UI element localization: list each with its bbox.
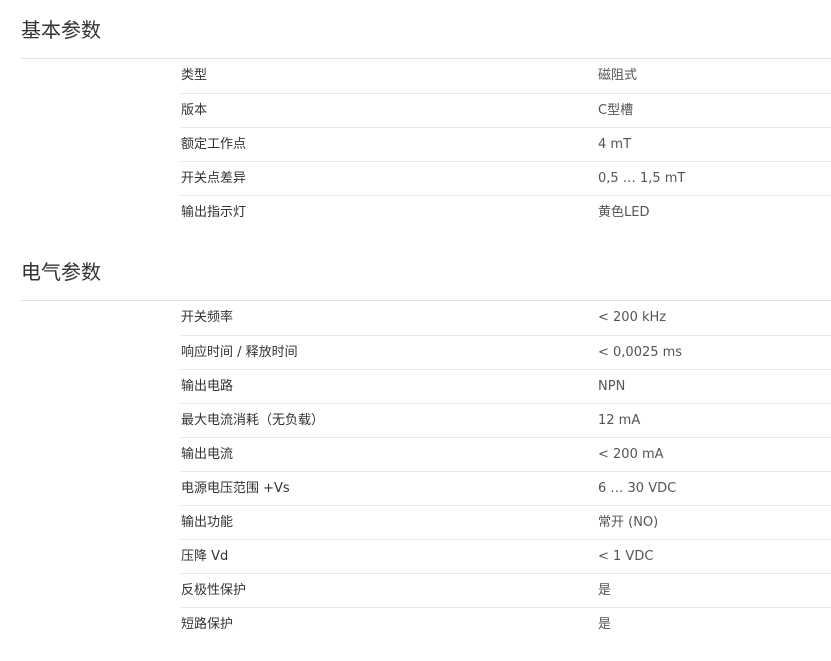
spec-label: 额定工作点: [181, 137, 247, 152]
spec-label: 反极性保护: [181, 583, 247, 598]
table-row: 压降 Vd < 1 VDC: [180, 539, 831, 573]
spec-value: 是: [598, 583, 612, 598]
spec-value: 黄色LED: [598, 205, 650, 220]
spec-label: 开关频率: [181, 310, 234, 325]
table-row: 最大电流消耗（无负载） 12 mA: [180, 403, 831, 437]
spec-label: 响应时间 / 释放时间: [181, 345, 298, 360]
spec-value: < 0,0025 ms: [598, 345, 683, 360]
spec-label: 开关点差异: [181, 171, 247, 186]
table-row: 短路保护 是: [180, 607, 831, 641]
table-row: 版本 C型槽: [180, 93, 831, 127]
spec-label: 最大电流消耗（无负载）: [181, 413, 325, 428]
spec-label: 输出电流: [181, 447, 234, 462]
spec-value: C型槽: [598, 103, 634, 118]
table-row: 额定工作点 4 mT: [180, 127, 831, 161]
spec-label: 类型: [181, 68, 208, 83]
spec-value: 4 mT: [598, 137, 632, 152]
spec-value: 12 mA: [598, 413, 641, 428]
table-row: 输出指示灯 黄色LED: [180, 195, 831, 229]
spec-value: < 200 mA: [598, 447, 664, 462]
spec-value: 常开 (NO): [598, 515, 659, 530]
spec-label: 版本: [181, 103, 208, 118]
section-title: 电气参数: [21, 260, 101, 284]
table-row: 类型 磁阻式: [180, 59, 831, 93]
spec-value: 6 … 30 VDC: [598, 481, 677, 496]
spec-table: 类型 磁阻式 版本 C型槽 额定工作点 4 mT 开关点差异 0,5 … 1,5…: [180, 59, 831, 229]
table-row: 输出电流 < 200 mA: [180, 437, 831, 471]
spec-label: 电源电压范围 +Vs: [181, 481, 290, 496]
table-row: 反极性保护 是: [180, 573, 831, 607]
spec-value: < 1 VDC: [598, 549, 654, 564]
table-row: 输出功能 常开 (NO): [180, 505, 831, 539]
spec-value: NPN: [598, 379, 626, 394]
table-row: 开关点差异 0,5 … 1,5 mT: [180, 161, 831, 195]
spec-label: 输出功能: [181, 515, 234, 530]
spec-label: 输出电路: [181, 379, 234, 394]
spec-value: 磁阻式: [598, 68, 638, 83]
table-row: 输出电路 NPN: [180, 369, 831, 403]
spec-table: 开关频率 < 200 kHz 响应时间 / 释放时间 < 0,0025 ms 输…: [180, 301, 831, 641]
spec-label: 压降 Vd: [181, 549, 229, 564]
table-row: 电源电压范围 +Vs 6 … 30 VDC: [180, 471, 831, 505]
spec-value: 是: [598, 617, 612, 632]
spec-label: 输出指示灯: [181, 205, 247, 220]
table-row: 开关频率 < 200 kHz: [180, 301, 831, 335]
section-title: 基本参数: [21, 18, 101, 42]
spec-value: < 200 kHz: [598, 310, 667, 325]
table-row: 响应时间 / 释放时间 < 0,0025 ms: [180, 335, 831, 369]
spec-value: 0,5 … 1,5 mT: [598, 171, 686, 186]
spec-label: 短路保护: [181, 617, 234, 632]
